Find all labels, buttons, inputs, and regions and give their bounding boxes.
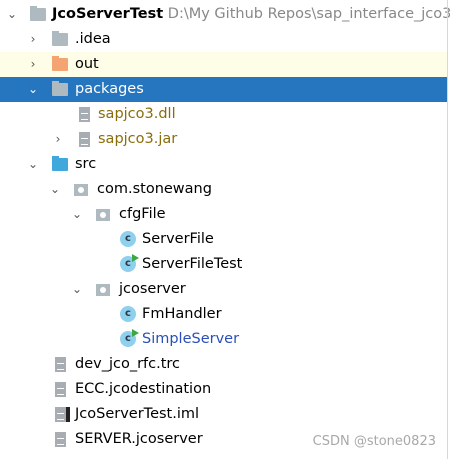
tree-item-src[interactable]: ⌄ src (0, 152, 447, 177)
chevron-down-icon[interactable]: ⌄ (27, 152, 39, 177)
excluded-folder-icon (52, 56, 68, 71)
package-icon (96, 209, 110, 221)
chevron-down-icon[interactable]: ⌄ (27, 77, 39, 102)
text-file-icon (55, 357, 66, 372)
text-file-icon (55, 432, 66, 447)
tree-item-serverfile[interactable]: c ServerFile (0, 227, 447, 252)
item-label: cfgFile (119, 206, 166, 222)
tree-item-simpleserver[interactable]: c SimpleServer (0, 327, 447, 352)
chevron-right-icon[interactable]: › (27, 27, 39, 52)
tree-item-idea[interactable]: › .idea (0, 27, 447, 52)
project-name: JcoServerTest (52, 6, 164, 22)
runnable-class-icon: c (120, 254, 139, 272)
folder-icon (52, 81, 68, 96)
item-label: out (75, 56, 99, 72)
chevron-down-icon[interactable]: ⌄ (49, 177, 61, 202)
item-label: dev_jco_rfc.trc (75, 356, 181, 372)
module-folder-icon (30, 6, 46, 21)
item-label: com.stonewang (97, 181, 212, 197)
class-icon: c (120, 231, 136, 247)
tree-item-packages[interactable]: ⌄ packages (0, 77, 447, 102)
item-label: ServerFile (142, 231, 214, 247)
tree-item-ecc-jcodestination[interactable]: ECC.jcodestination (0, 377, 447, 402)
item-label: sapjco3.jar (98, 131, 178, 147)
jar-icon (79, 132, 90, 147)
panel-border (447, 0, 448, 459)
tree-item-serverfiletest[interactable]: c ServerFileTest (0, 252, 447, 277)
tree-item-jcoservertest-iml[interactable]: JcoServerTest.iml (0, 402, 447, 427)
item-label: SERVER.jcoserver (75, 431, 203, 447)
chevron-right-icon[interactable]: › (52, 127, 64, 152)
project-tree: ⌄ JcoServerTest D:\My Github Repos\sap_i… (0, 2, 450, 452)
tree-item-cfgfile[interactable]: ⌄ cfgFile (0, 202, 447, 227)
unknown-file-icon (79, 107, 90, 122)
tree-item-fmhandler[interactable]: c FmHandler (0, 302, 447, 327)
item-label: ECC.jcodestination (75, 381, 212, 397)
tree-item-com-stonewang[interactable]: ⌄ com.stonewang (0, 177, 447, 202)
item-label: .idea (75, 31, 111, 47)
project-path: D:\My Github Repos\sap_interface_jco3 (167, 6, 450, 22)
class-icon: c (120, 306, 136, 322)
module-file-icon (55, 407, 70, 422)
watermark: CSDN @stone0823 (312, 434, 436, 449)
text-file-icon (55, 382, 66, 397)
item-label: ServerFileTest (142, 256, 243, 272)
tree-item-sapjco3-dll[interactable]: sapjco3.dll (0, 102, 447, 127)
item-label: jcoserver (119, 281, 186, 297)
chevron-right-icon[interactable]: › (27, 52, 39, 77)
tree-item-project-root[interactable]: ⌄ JcoServerTest D:\My Github Repos\sap_i… (0, 2, 450, 27)
package-icon (96, 284, 110, 296)
item-label: src (75, 156, 97, 172)
folder-icon (52, 31, 68, 46)
tree-item-jcoserver[interactable]: ⌄ jcoserver (0, 277, 447, 302)
source-folder-icon (52, 156, 68, 171)
item-label: SimpleServer (142, 331, 240, 347)
item-label: sapjco3.dll (98, 106, 176, 122)
chevron-down-icon[interactable]: ⌄ (71, 202, 83, 227)
tree-item-out[interactable]: › out (0, 52, 447, 77)
runnable-class-icon: c (120, 329, 139, 347)
item-label: packages (75, 81, 144, 97)
tree-item-dev-jco-rfc-trc[interactable]: dev_jco_rfc.trc (0, 352, 447, 377)
item-label: JcoServerTest.iml (75, 406, 200, 422)
chevron-down-icon[interactable]: ⌄ (71, 277, 83, 302)
chevron-down-icon[interactable]: ⌄ (6, 2, 18, 27)
item-label: FmHandler (142, 306, 222, 322)
tree-item-sapjco3-jar[interactable]: › sapjco3.jar (0, 127, 447, 152)
package-icon (74, 184, 88, 196)
